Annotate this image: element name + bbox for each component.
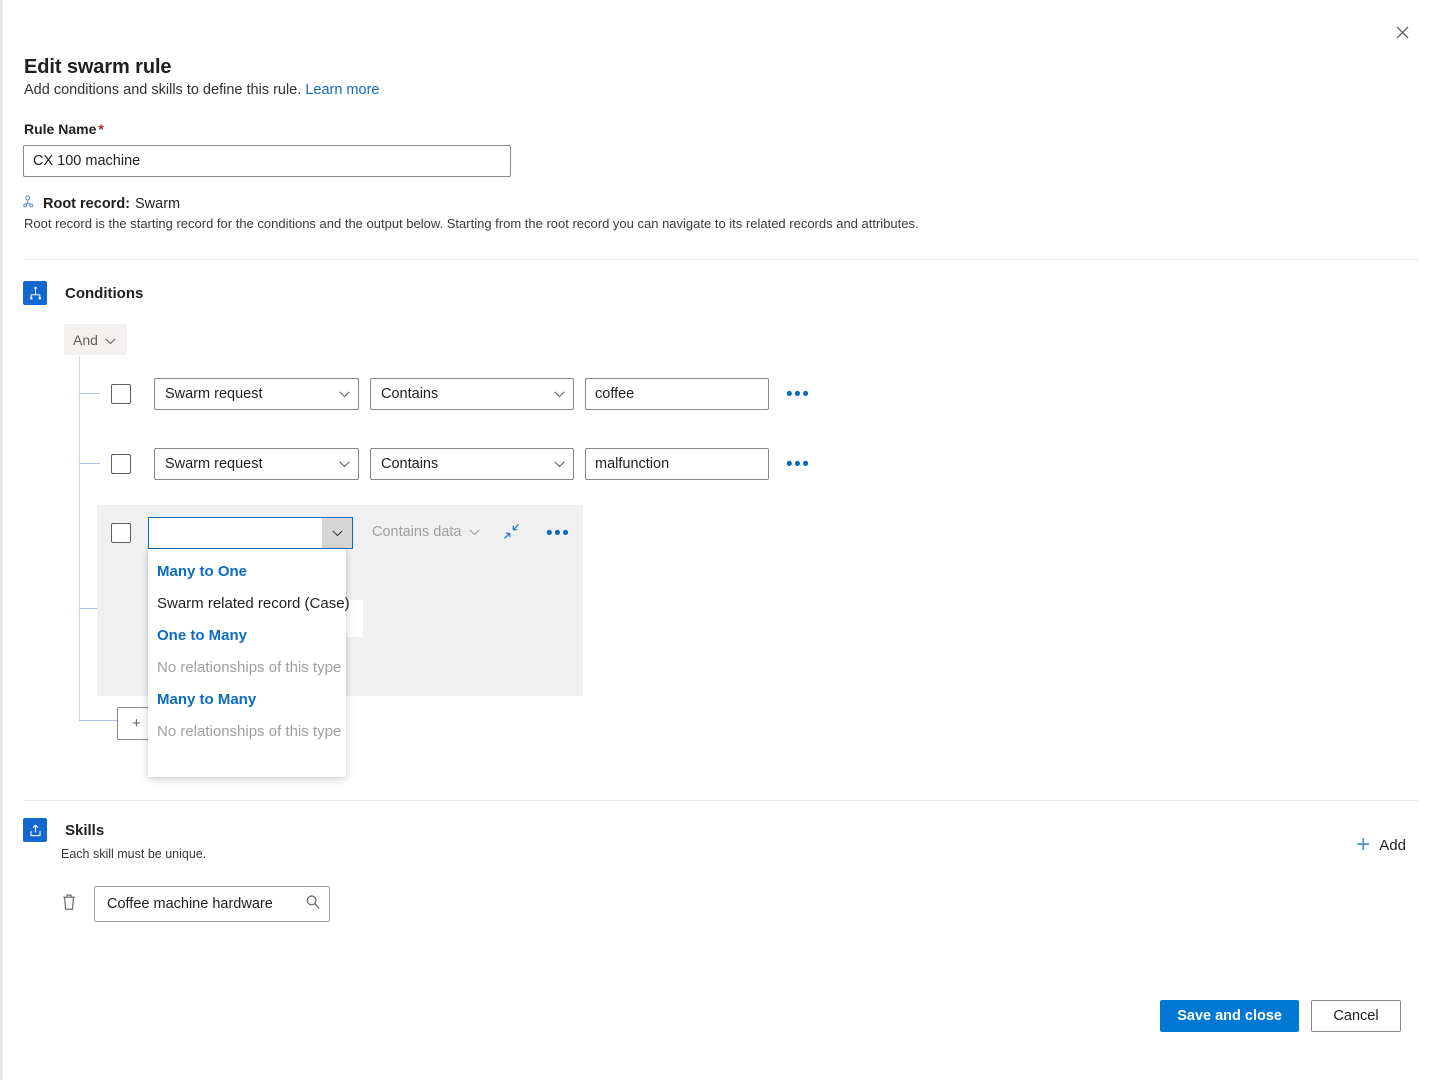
learn-more-link[interactable]: Learn more [305, 82, 379, 98]
root-record-value: Swarm [135, 195, 181, 212]
relationship-dropdown-menu[interactable]: Many to One Swarm related record (Case) … [148, 549, 350, 777]
condition-operator-select[interactable]: Contains data [372, 524, 481, 540]
page-left-edge [0, 0, 3, 1080]
condition-attribute-value [149, 518, 322, 548]
condition-attribute-select[interactable] [148, 517, 353, 549]
logic-operator-label: And [73, 331, 98, 348]
dropdown-empty-message: No relationships of this type [157, 723, 342, 740]
skills-section-header: Skills [23, 818, 104, 842]
dropdown-group-header: Many to Many [157, 691, 257, 708]
condition-attribute-select[interactable]: Swarm request [154, 448, 359, 480]
save-and-close-button[interactable]: Save and close [1160, 1000, 1299, 1032]
rule-name-label: Rule Name * [24, 121, 104, 137]
root-record: Root record: Swarm [23, 194, 180, 213]
conditions-section-header: Conditions [23, 281, 143, 305]
cancel-button[interactable]: Cancel [1311, 1000, 1401, 1032]
condition-value-input[interactable] [585, 378, 769, 410]
condition-tree-vertical-line [79, 356, 80, 720]
close-button[interactable] [1384, 16, 1420, 48]
add-skill-label: Add [1379, 836, 1406, 854]
page-subtitle-text: Add conditions and skills to define this… [24, 82, 302, 98]
dropdown-item[interactable]: Swarm related record (Case) [148, 588, 350, 619]
page-title: Edit swarm rule [24, 56, 172, 78]
skill-lookup-field[interactable] [94, 886, 330, 922]
condition-operator-select[interactable]: Contains [370, 378, 574, 410]
root-record-description: Root record is the starting record for t… [24, 216, 919, 231]
condition-more-options-icon[interactable]: ••• [786, 385, 810, 404]
condition-more-options-icon[interactable]: ••• [786, 455, 810, 474]
chevron-down-icon [554, 386, 565, 402]
condition-operator-value: Contains [381, 456, 439, 472]
chevron-down-icon [105, 332, 116, 348]
skill-input[interactable] [105, 895, 305, 913]
rule-name-input[interactable] [23, 145, 511, 177]
condition-tree-connector-2 [79, 463, 100, 464]
dropdown-group-header: One to Many [157, 627, 248, 644]
condition-checkbox[interactable] [111, 384, 131, 404]
footer-actions: Save and close Cancel [1160, 1000, 1401, 1032]
condition-value-input[interactable] [585, 448, 769, 480]
condition-more-options-icon[interactable]: ••• [546, 524, 570, 543]
skills-subtitle: Each skill must be unique. [61, 847, 207, 861]
close-icon [1396, 26, 1409, 39]
skill-row [61, 886, 330, 922]
condition-attribute-select[interactable]: Swarm request [154, 378, 359, 410]
conditions-icon [23, 281, 47, 305]
chevron-down-icon [339, 456, 350, 472]
delete-skill-icon[interactable] [61, 893, 77, 916]
rule-name-label-text: Rule Name [24, 121, 97, 137]
search-icon[interactable] [305, 894, 321, 915]
condition-operator-select[interactable]: Contains [370, 448, 574, 480]
plus-icon: + [1356, 831, 1371, 858]
condition-row: Swarm request Contains ••• [111, 448, 810, 480]
divider-conditions [24, 259, 1418, 260]
condition-checkbox[interactable] [111, 454, 131, 474]
skills-icon [23, 818, 47, 842]
condition-row: Swarm request Contains ••• [111, 378, 810, 410]
condition-attribute-value: Swarm request [165, 456, 263, 472]
condition-attribute-value: Swarm request [165, 386, 263, 402]
skills-title: Skills [65, 821, 105, 839]
condition-checkbox-wrap [111, 523, 131, 543]
conditions-title: Conditions [65, 284, 144, 302]
root-record-icon [23, 194, 38, 213]
chevron-down-icon [554, 456, 565, 472]
chevron-down-icon [469, 524, 481, 540]
condition-operator-value: Contains data [372, 524, 462, 540]
condition-checkbox[interactable] [111, 523, 131, 543]
condition-operator-value: Contains [381, 386, 439, 402]
required-asterisk: * [98, 121, 104, 137]
logic-operator-dropdown[interactable]: And [64, 324, 127, 355]
chevron-down-icon[interactable] [322, 518, 352, 548]
add-skill-button[interactable]: + Add [1356, 833, 1406, 857]
condition-tree-connector-4 [79, 720, 117, 721]
root-record-label: Root record: [43, 195, 130, 212]
page-subtitle: Add conditions and skills to define this… [24, 82, 379, 98]
dropdown-empty-message: No relationships of this type [157, 659, 342, 676]
nested-add-label: + [132, 715, 141, 732]
chevron-down-icon [339, 386, 350, 402]
condition-tree-connector-1 [79, 393, 100, 394]
divider-skills [24, 800, 1418, 801]
dropdown-group-header: Many to One [157, 563, 248, 580]
collapse-icon[interactable] [503, 523, 520, 545]
